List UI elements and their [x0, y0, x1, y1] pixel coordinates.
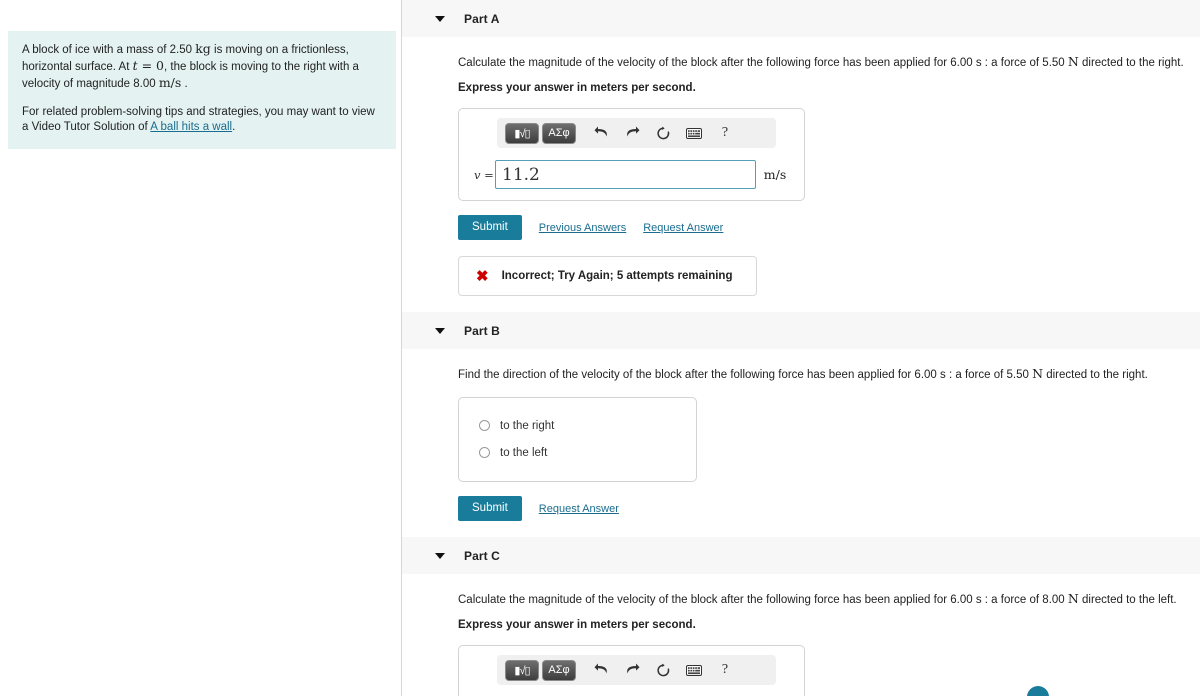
part-b-option-to-the-right[interactable]: to the right — [459, 412, 696, 439]
part-b-options-group: to the right to the left — [458, 397, 697, 483]
part-a-submit-button[interactable]: Submit — [458, 215, 522, 241]
part-c-body: Calculate the magnitude of the velocity … — [402, 574, 1200, 696]
radio-button-icon[interactable] — [479, 447, 490, 459]
part-a-unit-label: m/s — [763, 167, 787, 183]
part-a-variable-label: v = — [474, 167, 494, 182]
unit-ms: m/s — [158, 75, 182, 91]
part-b-body: Find the direction of the velocity of th… — [402, 349, 1200, 537]
unit-newton: N — [1067, 54, 1079, 69]
part-a-title: Part A — [464, 11, 500, 26]
part-c-question: Calculate the magnitude of the velocity … — [458, 574, 1200, 608]
keyboard-icon[interactable] — [681, 122, 707, 144]
math-template-icon[interactable]: ▮√▯ — [505, 122, 539, 144]
part-a-previous-answers-link[interactable]: Previous Answers — [539, 222, 626, 234]
part-c-header[interactable]: Part C — [402, 537, 1200, 575]
part-c-question-pre: Calculate the magnitude of the velocity … — [458, 594, 1068, 607]
video-tutor-link[interactable]: A ball hits a wall — [150, 121, 232, 133]
part-a-submit-row: Submit Previous Answers Request Answer — [458, 215, 1200, 241]
part-b-request-answer-link[interactable]: Request Answer — [539, 503, 619, 515]
problem-text-a: A block of ice with a mass of 2.50 — [22, 44, 196, 56]
part-a-answer-input[interactable] — [495, 160, 756, 190]
part-b-question-pre: Find the direction of the velocity of th… — [458, 369, 1033, 382]
reset-circle-icon[interactable] — [650, 659, 676, 681]
part-a-body: Calculate the magnitude of the velocity … — [402, 37, 1200, 312]
help-label: ? — [721, 662, 729, 678]
undo-arrow-icon[interactable] — [588, 659, 614, 681]
value-zero: 0 — [156, 58, 164, 74]
reset-circle-icon[interactable] — [650, 122, 676, 144]
part-c-instruction: Express your answer in meters per second… — [458, 619, 696, 632]
part-a-header[interactable]: Part A — [402, 0, 1200, 37]
part-b-option-to-the-left[interactable]: to the left — [459, 439, 696, 466]
part-a-spacer — [458, 296, 1200, 312]
part-a-feedback-banner: ✖ Incorrect; Try Again; 5 attempts remai… — [458, 256, 757, 297]
part-b-submit-row: Submit Request Answer — [458, 496, 1200, 522]
part-a-feedback-text: Incorrect; Try Again; 5 attempts remaini… — [501, 270, 733, 283]
radio-button-icon[interactable] — [479, 420, 490, 432]
help-icon[interactable]: ? — [712, 122, 738, 144]
part-b-question-post: directed to the right. — [1043, 369, 1148, 382]
unit-newton: N — [1067, 591, 1079, 607]
redo-arrow-icon[interactable] — [619, 122, 645, 144]
chevron-down-icon[interactable] — [435, 327, 445, 334]
help-icon[interactable]: ? — [712, 659, 738, 681]
part-c-math-toolbar: ▮√▯ ΑΣφ ? — [497, 655, 776, 686]
page-root: A block of ice with a mass of 2.50 kg is… — [0, 0, 1200, 696]
math-template-icon[interactable]: ▮√▯ — [505, 659, 539, 681]
problem-statement-panel: A block of ice with a mass of 2.50 kg is… — [0, 0, 402, 696]
part-a-question-pre: Calculate the magnitude of the velocity … — [458, 57, 1068, 69]
part-a-math-toolbar: ▮√▯ ΑΣφ ? — [497, 118, 776, 149]
equals-sign: = — [137, 58, 157, 74]
part-b-option-label: to the left — [500, 446, 548, 459]
unit-kg: kg — [195, 41, 211, 56]
tutor-text-b: . — [232, 120, 236, 133]
part-a-instruction: Express your answer in meters per second… — [458, 82, 696, 95]
parts-panel: Part A Calculate the magnitude of the ve… — [402, 0, 1200, 696]
part-a-question: Calculate the magnitude of the velocity … — [458, 37, 1200, 71]
part-b-option-label: to the right — [500, 419, 555, 432]
part-b-spacer — [458, 521, 1200, 537]
part-c-title: Part C — [464, 548, 500, 563]
keyboard-icon[interactable] — [681, 659, 707, 681]
chevron-down-icon[interactable] — [435, 552, 445, 559]
chevron-down-icon[interactable] — [435, 15, 445, 22]
greek-symbols-icon[interactable]: ΑΣφ — [542, 659, 576, 681]
help-label: ? — [721, 125, 729, 141]
undo-arrow-icon[interactable] — [588, 122, 614, 144]
part-b-title: Part B — [464, 323, 500, 338]
greek-symbols-icon[interactable]: ΑΣφ — [542, 122, 576, 144]
unit-newton: N — [1032, 366, 1043, 382]
part-b-question: Find the direction of the velocity of th… — [458, 349, 1200, 383]
problem-paragraph-1: A block of ice with a mass of 2.50 kg is… — [22, 41, 382, 93]
redo-arrow-icon[interactable] — [619, 659, 645, 681]
problem-statement-box: A block of ice with a mass of 2.50 kg is… — [8, 31, 396, 149]
part-a-request-answer-link[interactable]: Request Answer — [643, 222, 723, 234]
incorrect-x-icon: ✖ — [476, 267, 489, 285]
part-b-submit-button[interactable]: Submit — [458, 496, 522, 522]
part-c-answer-widget: ▮√▯ ΑΣφ ? v — [458, 645, 805, 696]
part-a-answer-widget: ▮√▯ ΑΣφ ? v = 11.2 m/s — [458, 108, 805, 202]
problem-text-d: . — [181, 78, 188, 91]
part-b-header[interactable]: Part B — [402, 312, 1200, 350]
part-a-input-row: v = m/s — [469, 160, 794, 190]
part-c-question-post: directed to the left. — [1078, 594, 1177, 607]
problem-paragraph-2: For related problem-solving tips and str… — [22, 105, 382, 135]
part-a-question-post: directed to the right. — [1078, 57, 1184, 69]
